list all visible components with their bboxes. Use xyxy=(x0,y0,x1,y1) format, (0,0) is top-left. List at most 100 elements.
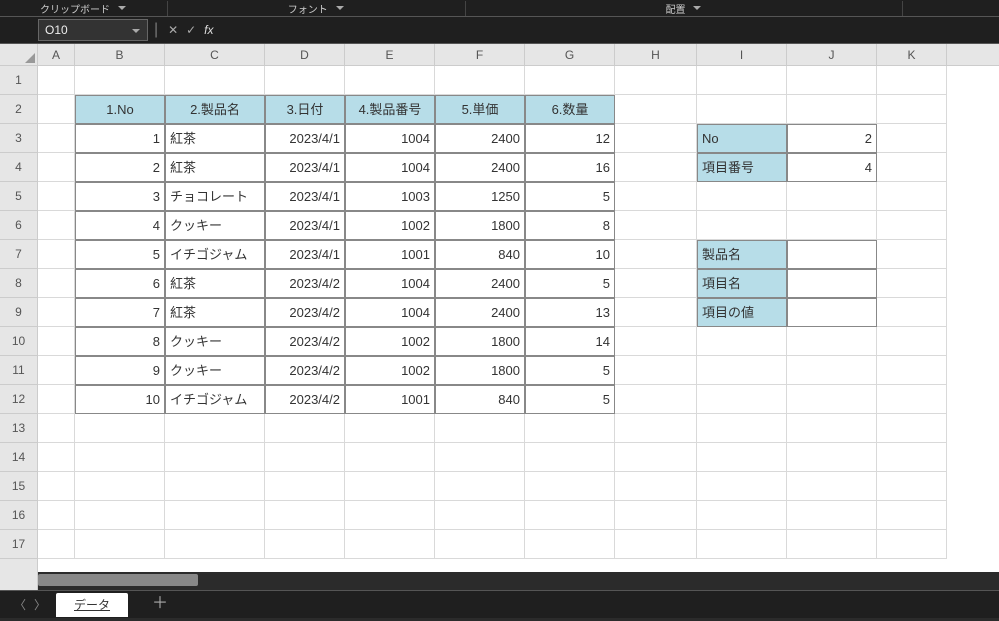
cell-no[interactable]: 10 xyxy=(75,385,165,414)
cell[interactable] xyxy=(165,66,265,95)
cell[interactable] xyxy=(697,472,787,501)
sheet-tab-active[interactable]: データ xyxy=(56,593,128,617)
cell-name[interactable]: クッキー xyxy=(165,211,265,240)
cell-price[interactable]: 1800 xyxy=(435,211,525,240)
cell-date[interactable]: 2023/4/2 xyxy=(265,327,345,356)
cell[interactable] xyxy=(38,443,75,472)
table-header-no[interactable]: 1.No xyxy=(75,95,165,124)
cell[interactable] xyxy=(265,472,345,501)
cell[interactable] xyxy=(697,182,787,211)
table-header-qty[interactable]: 6.数量 xyxy=(525,95,615,124)
cell-price[interactable]: 2400 xyxy=(435,153,525,182)
cell[interactable] xyxy=(877,327,947,356)
col-header-e[interactable]: E xyxy=(345,44,435,65)
col-header-h[interactable]: H xyxy=(615,44,697,65)
cell-price[interactable]: 1800 xyxy=(435,356,525,385)
cell[interactable] xyxy=(615,66,697,95)
cell[interactable] xyxy=(435,66,525,95)
cell[interactable] xyxy=(877,66,947,95)
cell[interactable] xyxy=(787,95,877,124)
cell[interactable] xyxy=(38,385,75,414)
cell[interactable] xyxy=(38,182,75,211)
cell[interactable] xyxy=(38,240,75,269)
cell[interactable] xyxy=(877,298,947,327)
cell[interactable] xyxy=(877,356,947,385)
cell[interactable] xyxy=(615,211,697,240)
row-header[interactable]: 6 xyxy=(0,211,37,240)
cell[interactable] xyxy=(38,356,75,385)
formula-accept-button[interactable]: ✓ xyxy=(182,21,200,39)
row-header[interactable]: 4 xyxy=(0,153,37,182)
add-sheet-button[interactable]: ＋ xyxy=(134,593,186,617)
cell[interactable] xyxy=(615,356,697,385)
cell[interactable] xyxy=(435,501,525,530)
cell[interactable] xyxy=(165,443,265,472)
cell-price[interactable]: 2400 xyxy=(435,269,525,298)
dropdown-icon[interactable] xyxy=(335,3,345,13)
cell-name[interactable]: 紅茶 xyxy=(165,298,265,327)
cell[interactable] xyxy=(615,269,697,298)
tab-nav-next[interactable]: 〉 xyxy=(30,596,50,613)
row-header[interactable]: 17 xyxy=(0,530,37,559)
cell-name[interactable]: 紅茶 xyxy=(165,269,265,298)
cell[interactable] xyxy=(877,530,947,559)
cell[interactable] xyxy=(75,414,165,443)
cell-qty[interactable]: 5 xyxy=(525,182,615,211)
lookup2-r1-val[interactable] xyxy=(787,240,877,269)
cell-name[interactable]: イチゴジャム xyxy=(165,385,265,414)
formula-input[interactable] xyxy=(218,19,999,41)
table-header-date[interactable]: 3.日付 xyxy=(265,95,345,124)
cell[interactable] xyxy=(787,530,877,559)
cell-name[interactable]: チョコレート xyxy=(165,182,265,211)
cell-qty[interactable]: 14 xyxy=(525,327,615,356)
cell[interactable] xyxy=(615,153,697,182)
cell[interactable] xyxy=(877,124,947,153)
cell[interactable] xyxy=(877,153,947,182)
cell[interactable] xyxy=(38,327,75,356)
cell-no[interactable]: 5 xyxy=(75,240,165,269)
cell[interactable] xyxy=(265,443,345,472)
row-header[interactable]: 1 xyxy=(0,66,37,95)
cell[interactable] xyxy=(697,443,787,472)
cell-pid[interactable]: 1004 xyxy=(345,269,435,298)
cell[interactable] xyxy=(525,530,615,559)
cell-date[interactable]: 2023/4/1 xyxy=(265,211,345,240)
cell[interactable] xyxy=(75,501,165,530)
cell-qty[interactable]: 8 xyxy=(525,211,615,240)
cell[interactable] xyxy=(877,443,947,472)
cell-qty[interactable]: 5 xyxy=(525,269,615,298)
cell-pid[interactable]: 1004 xyxy=(345,298,435,327)
cell[interactable] xyxy=(877,269,947,298)
row-header[interactable]: 15 xyxy=(0,472,37,501)
cell[interactable] xyxy=(697,327,787,356)
cell-pid[interactable]: 1003 xyxy=(345,182,435,211)
cell[interactable] xyxy=(787,356,877,385)
cell[interactable] xyxy=(265,414,345,443)
cell[interactable] xyxy=(435,472,525,501)
cell[interactable] xyxy=(697,530,787,559)
cell[interactable] xyxy=(787,472,877,501)
cell[interactable] xyxy=(615,298,697,327)
cell[interactable] xyxy=(265,66,345,95)
cell-qty[interactable]: 12 xyxy=(525,124,615,153)
cell-pid[interactable]: 1002 xyxy=(345,356,435,385)
cell[interactable] xyxy=(345,66,435,95)
cell[interactable] xyxy=(345,501,435,530)
cell-qty[interactable]: 5 xyxy=(525,385,615,414)
cell[interactable] xyxy=(265,530,345,559)
cell[interactable] xyxy=(525,414,615,443)
cell-no[interactable]: 4 xyxy=(75,211,165,240)
cell[interactable] xyxy=(345,472,435,501)
cell-no[interactable]: 9 xyxy=(75,356,165,385)
cell[interactable] xyxy=(787,211,877,240)
cell-price[interactable]: 840 xyxy=(435,385,525,414)
cell[interactable] xyxy=(38,501,75,530)
cell[interactable] xyxy=(38,298,75,327)
cell-date[interactable]: 2023/4/1 xyxy=(265,182,345,211)
cell[interactable] xyxy=(877,501,947,530)
cell[interactable] xyxy=(787,443,877,472)
cell[interactable] xyxy=(877,95,947,124)
cell[interactable] xyxy=(697,356,787,385)
cell[interactable] xyxy=(75,443,165,472)
col-header-j[interactable]: J xyxy=(787,44,877,65)
